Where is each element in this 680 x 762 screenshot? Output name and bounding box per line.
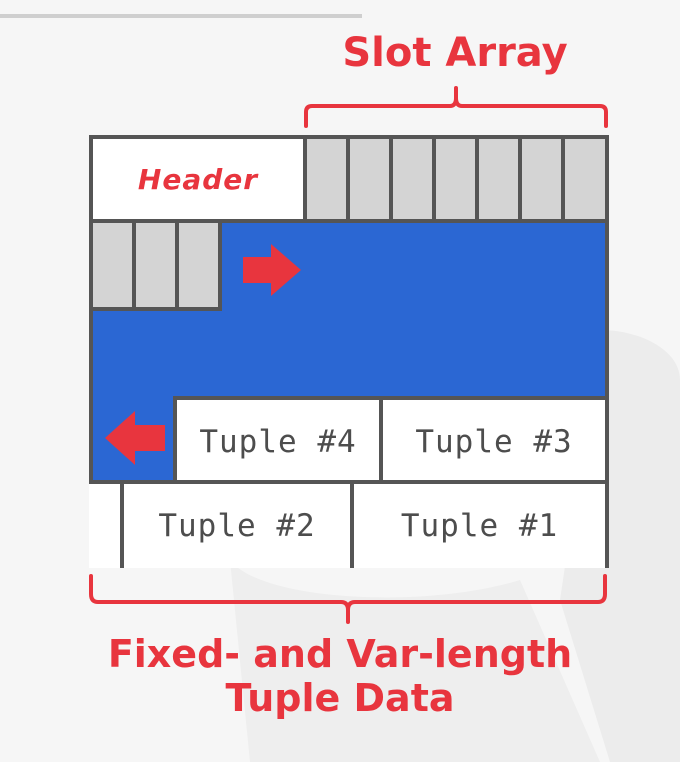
- tuple-1: Tuple #1: [350, 480, 605, 568]
- tuple-fragment: [89, 480, 124, 568]
- slot-cell: [479, 139, 522, 223]
- slot-cell: [393, 139, 436, 223]
- slot-cell: [522, 139, 565, 223]
- slot-cell: [307, 139, 350, 223]
- header-label: Header: [137, 162, 259, 196]
- tuple-2: Tuple #2: [120, 480, 350, 568]
- arrow-right-icon: [243, 244, 301, 296]
- slot-cell: [350, 139, 393, 223]
- tuple-3: Tuple #3: [379, 396, 605, 484]
- slot-cell: [436, 139, 479, 223]
- slot-cell: [136, 223, 179, 311]
- slot-cell: [93, 223, 136, 311]
- tuple-data-label-line1: Fixed- and Var-length: [107, 632, 573, 676]
- page-header-cell: Header: [93, 139, 307, 223]
- tuple-4: Tuple #4: [173, 396, 379, 484]
- slotted-page: Header Tuple #4 Tuple #3 Tuple #2 Tuple …: [89, 135, 609, 568]
- tuple-data-bracket: [89, 574, 607, 624]
- slot-array-label: Slot Array: [342, 30, 568, 76]
- tuple-data-label: Fixed- and Var-length Tuple Data: [40, 632, 640, 720]
- tuple-data-label-line2: Tuple Data: [225, 676, 455, 720]
- arrow-left-icon: [105, 411, 165, 465]
- slot-cell: [179, 223, 222, 311]
- slot-cell: [565, 139, 605, 223]
- top-divider-line: [0, 14, 362, 18]
- slot-array-bracket: [304, 86, 608, 128]
